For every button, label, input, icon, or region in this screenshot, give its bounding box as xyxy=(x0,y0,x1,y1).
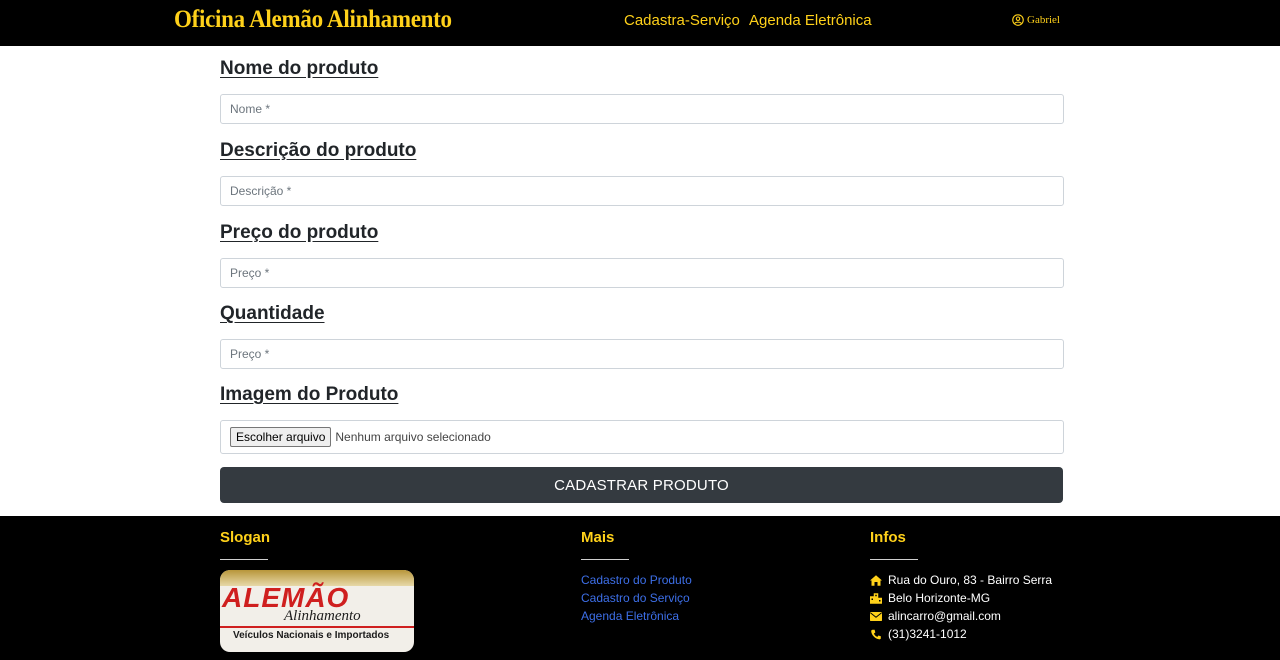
info-city: Belo Horizonte-MG xyxy=(870,591,990,605)
image-file-input[interactable]: Escolher arquivo Nenhum arquivo selecion… xyxy=(220,420,1064,454)
email-text: alincarro@gmail.com xyxy=(888,609,1001,623)
logo-divider xyxy=(220,626,414,628)
phone-icon xyxy=(871,629,881,639)
city-icon xyxy=(870,592,882,604)
user-menu[interactable]: Gabriel xyxy=(1012,14,1060,26)
footer: Slogan ALEMÃO Alinhamento Veículos Nacio… xyxy=(0,516,1280,660)
home-icon xyxy=(870,574,882,586)
company-logo: ALEMÃO Alinhamento Veículos Nacionais e … xyxy=(220,570,414,652)
address-text: Rua do Ouro, 83 - Bairro Serra xyxy=(888,573,1053,587)
logo-script-text: Alinhamento xyxy=(284,608,361,624)
user-circle-icon xyxy=(1012,14,1024,26)
submit-product-button[interactable]: CADASTRAR PRODUTO xyxy=(220,467,1063,503)
infos-divider xyxy=(870,559,918,560)
more-title: Mais xyxy=(581,529,615,546)
footer-link-agenda[interactable]: Agenda Eletrônica xyxy=(581,609,679,623)
footer-link-cadastro-servico[interactable]: Cadastro do Serviço xyxy=(581,591,690,605)
phone-text: (31)3241-1012 xyxy=(888,627,967,641)
file-status: Nenhum arquivo selecionado xyxy=(335,430,491,444)
nav-cadastra-servico[interactable]: Cadastra-Serviço xyxy=(624,12,740,29)
name-input[interactable]: Nome * xyxy=(220,94,1064,124)
more-divider xyxy=(581,559,629,560)
choose-file-button[interactable]: Escolher arquivo xyxy=(230,427,332,447)
nav-agenda-eletronica[interactable]: Agenda Eletrônica xyxy=(749,12,872,29)
info-email: alincarro@gmail.com xyxy=(870,609,1001,623)
city-text: Belo Horizonte-MG xyxy=(888,591,991,605)
envelope-icon xyxy=(870,611,882,621)
slogan-divider xyxy=(220,559,268,560)
user-name: Gabriel xyxy=(1027,14,1060,26)
price-input[interactable]: Preço * xyxy=(220,258,1064,288)
slogan-title: Slogan xyxy=(220,529,271,546)
brand-title[interactable]: Oficina Alemão Alinhamento xyxy=(174,6,452,34)
top-navbar: Oficina Alemão Alinhamento Cadastra-Serv… xyxy=(0,0,1280,46)
quantity-label: Quantidade xyxy=(220,303,325,324)
info-address: Rua do Ouro, 83 - Bairro Serra xyxy=(870,573,1052,587)
image-label: Imagem do Produto xyxy=(220,384,399,405)
footer-link-cadastro-produto[interactable]: Cadastro do Produto xyxy=(581,573,692,587)
info-phone: (31)3241-1012 xyxy=(870,627,967,641)
quantity-input[interactable]: Preço * xyxy=(220,339,1064,369)
name-label: Nome do produto xyxy=(220,58,379,79)
description-input[interactable]: Descrição * xyxy=(220,176,1064,206)
logo-subtitle: Veículos Nacionais e Importados xyxy=(233,630,390,641)
description-label: Descrição do produto xyxy=(220,140,417,161)
price-label: Preço do produto xyxy=(220,222,379,243)
infos-title: Infos xyxy=(870,529,906,546)
